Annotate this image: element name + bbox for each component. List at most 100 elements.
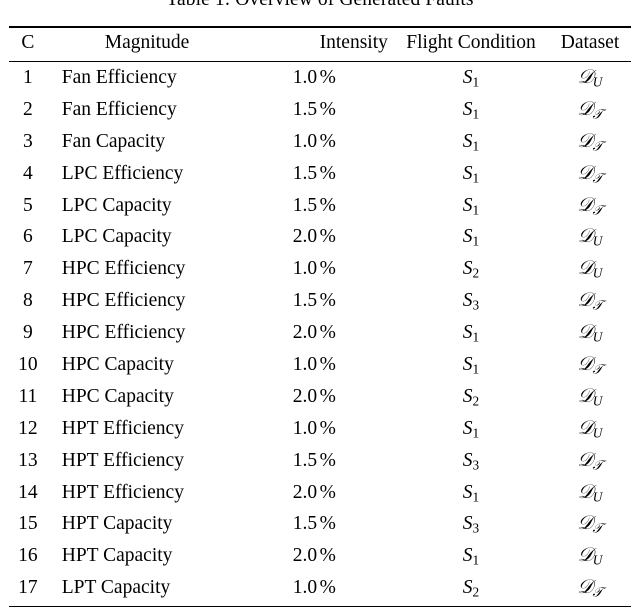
dataset-subscript: U (593, 74, 603, 89)
intensity-value: 1.0 (293, 131, 317, 152)
dataset-subscript: U (593, 393, 603, 408)
table-row: 14HPT Efficiency2.0%S1𝒟U (9, 479, 631, 511)
cell-magnitude: HPC Efficiency (47, 319, 265, 351)
cell-magnitude: HPT Efficiency (47, 415, 265, 447)
dataset-subscript: U (593, 266, 603, 281)
flight-condition-subscript: 1 (473, 138, 480, 153)
flight-condition-subscript: 1 (473, 202, 480, 217)
table-header-row: C Magnitude Intensity Flight Condition D… (9, 27, 631, 62)
cell-dataset: 𝒟U (549, 255, 631, 287)
flight-condition-symbol: S (463, 67, 473, 88)
cell-case-number: 11 (9, 383, 47, 415)
percent-sign: % (317, 577, 336, 598)
cell-intensity: 2.0% (265, 479, 393, 511)
cell-dataset: 𝒟U (549, 415, 631, 447)
cell-dataset: 𝒟𝒯 (549, 160, 631, 192)
dataset-subscript: U (593, 553, 603, 568)
cell-magnitude: HPC Capacity (47, 383, 265, 415)
flight-condition-subscript: 2 (473, 393, 480, 408)
percent-sign: % (317, 195, 336, 216)
intensity-value: 2.0 (293, 322, 317, 343)
cell-intensity: 1.5% (265, 510, 393, 542)
intensity-value: 1.0 (293, 67, 317, 88)
table-body: 1Fan Efficiency1.0%S1𝒟U2Fan Efficiency1.… (9, 62, 631, 610)
intensity-value: 2.0 (293, 386, 317, 407)
cell-flight-condition: S1 (393, 415, 549, 447)
percent-sign: % (317, 99, 336, 120)
flight-condition-symbol: S (463, 258, 473, 279)
intensity-value: 2.0 (293, 482, 317, 503)
cell-dataset: 𝒟𝒯 (549, 128, 631, 160)
table-row: 7HPC Efficiency1.0%S2𝒟U (9, 255, 631, 287)
table-row: 13HPT Efficiency1.5%S3𝒟𝒯 (9, 447, 631, 479)
percent-sign: % (317, 258, 336, 279)
cell-case-number: 5 (9, 192, 47, 224)
flight-condition-symbol: S (463, 482, 473, 503)
cell-dataset: 𝒟𝒯 (549, 351, 631, 383)
cell-dataset: 𝒟U (549, 319, 631, 351)
column-header-intensity: Intensity (265, 27, 393, 62)
cell-flight-condition: S1 (393, 223, 549, 255)
table-row: 3Fan Capacity1.0%S1𝒟𝒯 (9, 128, 631, 160)
flight-condition-subscript: 3 (473, 298, 480, 313)
cell-magnitude: Fan Efficiency (47, 96, 265, 128)
dataset-symbol: 𝒟 (578, 416, 593, 439)
flight-condition-symbol: S (463, 322, 473, 343)
percent-sign: % (317, 450, 336, 471)
dataset-symbol: 𝒟 (578, 384, 593, 407)
cell-intensity: 1.5% (265, 287, 393, 319)
dataset-subscript: U (593, 234, 603, 249)
cell-intensity: 1.5% (265, 447, 393, 479)
cell-flight-condition: S1 (393, 192, 549, 224)
flight-condition-symbol: S (463, 545, 473, 566)
percent-sign: % (317, 226, 336, 247)
cell-intensity: 1.0% (265, 574, 393, 606)
dataset-symbol: 𝒟 (577, 97, 592, 120)
cell-magnitude: LPC Capacity (47, 223, 265, 255)
cell-intensity: 1.0% (265, 255, 393, 287)
percent-sign: % (317, 67, 336, 88)
dataset-symbol: 𝒟 (577, 161, 592, 184)
dataset-subscript: 𝒯 (592, 457, 602, 472)
intensity-value: 1.0 (293, 354, 317, 375)
percent-sign: % (317, 386, 336, 407)
cell-magnitude: HPT Efficiency (47, 447, 265, 479)
cell-case-number: 1 (9, 62, 47, 96)
flight-condition-symbol: S (463, 163, 473, 184)
cell-magnitude: LPC Capacity (47, 192, 265, 224)
cell-flight-condition: S2 (393, 574, 549, 606)
table-row: 2Fan Efficiency1.5%S1𝒟𝒯 (9, 96, 631, 128)
cell-case-number: 2 (9, 96, 47, 128)
cell-dataset: 𝒟𝒯 (549, 96, 631, 128)
flight-condition-symbol: S (463, 195, 473, 216)
cell-intensity: 2.0% (265, 542, 393, 574)
cell-flight-condition: S1 (393, 128, 549, 160)
flight-condition-symbol: S (463, 386, 473, 407)
cell-intensity: 1.0% (265, 128, 393, 160)
flight-condition-subscript: 1 (473, 170, 480, 185)
cell-flight-condition: S3 (393, 510, 549, 542)
intensity-value: 1.0 (293, 577, 317, 598)
table-row: 16HPT Capacity2.0%S1𝒟U (9, 542, 631, 574)
column-header-c: C (9, 27, 47, 62)
dataset-symbol: 𝒟 (578, 480, 593, 503)
intensity-value: 1.5 (293, 99, 317, 120)
dataset-symbol: 𝒟 (578, 65, 593, 88)
cell-intensity: 1.0% (265, 62, 393, 96)
flight-condition-subscript: 1 (473, 361, 480, 376)
flight-condition-subscript: 3 (473, 521, 480, 536)
cell-magnitude: HPC Capacity (47, 351, 265, 383)
cell-magnitude: Fan Capacity (47, 128, 265, 160)
dataset-subscript: 𝒯 (592, 202, 602, 217)
cell-case-number: 12 (9, 415, 47, 447)
flight-condition-symbol: S (463, 226, 473, 247)
cell-flight-condition: S1 (393, 479, 549, 511)
flight-condition-subscript: 1 (473, 106, 480, 121)
intensity-value: 1.5 (293, 163, 317, 184)
cell-flight-condition: S3 (393, 287, 549, 319)
flight-condition-subscript: 1 (473, 330, 480, 345)
cell-intensity: 2.0% (265, 223, 393, 255)
cell-magnitude: HPC Efficiency (47, 255, 265, 287)
intensity-value: 1.5 (293, 290, 317, 311)
table-row: 8HPC Efficiency1.5%S3𝒟𝒯 (9, 287, 631, 319)
